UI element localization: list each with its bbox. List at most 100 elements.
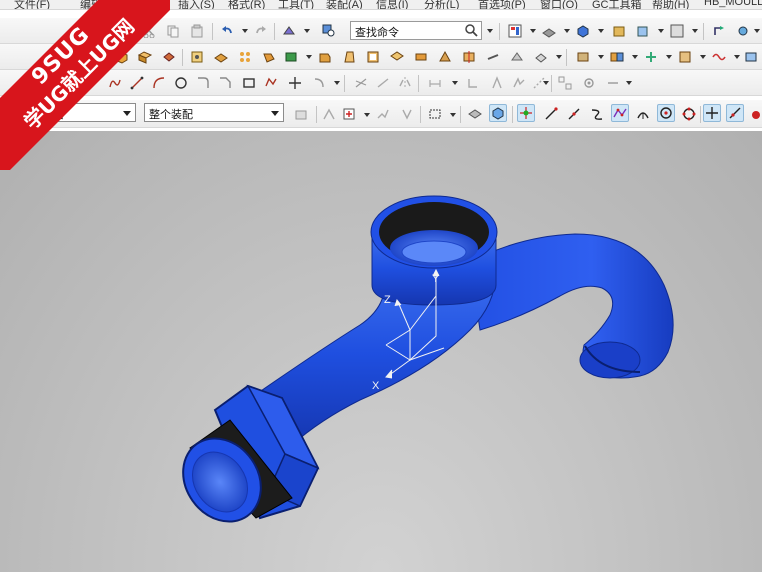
edge-blend-icon[interactable] [282, 48, 300, 66]
layer-icon[interactable] [610, 22, 628, 40]
circle-icon[interactable] [172, 74, 190, 92]
menu-information[interactable]: 信息(I) [376, 0, 408, 9]
redo-icon[interactable] [252, 22, 270, 40]
hole-icon[interactable] [188, 48, 206, 66]
offset-curve-icon[interactable] [310, 74, 328, 92]
wave-linker-icon[interactable] [710, 48, 728, 66]
extrude-icon[interactable] [136, 48, 154, 66]
assembly-component-icon[interactable] [574, 48, 592, 66]
menu-view[interactable]: 视图(V) [128, 0, 165, 9]
cut-icon[interactable] [140, 22, 158, 40]
revolve-icon[interactable] [160, 48, 178, 66]
layout-icon[interactable] [506, 22, 524, 40]
paste-icon[interactable] [188, 22, 206, 40]
endpoint-snap-icon[interactable] [542, 105, 560, 123]
midpoint-snap-icon[interactable] [565, 105, 583, 123]
graphics-viewport[interactable]: Y Z X [0, 131, 762, 572]
show-constraints-icon[interactable] [510, 74, 528, 92]
extend-curve-icon[interactable] [374, 74, 392, 92]
trim-curve-icon[interactable] [352, 74, 370, 92]
point-on-curve-snap-icon[interactable] [726, 104, 744, 122]
assembly-scope-dropdown[interactable]: 整个装配 [144, 103, 284, 122]
sketch-display-icon[interactable] [556, 74, 574, 92]
block-icon[interactable] [112, 48, 130, 66]
rectangle-icon[interactable] [240, 74, 258, 92]
menu-assembly[interactable]: 装配(A) [326, 0, 363, 9]
select-features-icon[interactable] [398, 105, 416, 123]
surface-icon[interactable] [532, 48, 550, 66]
draft-icon[interactable] [340, 48, 358, 66]
shaded-view-icon[interactable] [540, 22, 558, 40]
find-command-icon[interactable] [320, 22, 338, 40]
reposition-icon[interactable] [642, 48, 660, 66]
patch-icon[interactable] [508, 48, 526, 66]
sketch-relations-icon[interactable] [604, 74, 622, 92]
copy-icon[interactable] [164, 22, 182, 40]
selection-filter-dropdown[interactable]: 选择过滤器 [4, 103, 136, 122]
constraint-icon[interactable] [464, 74, 482, 92]
point-icon[interactable] [286, 74, 304, 92]
background-color-icon[interactable] [668, 22, 686, 40]
undo-icon[interactable] [218, 22, 236, 40]
menu-tools[interactable]: 工具(T) [278, 0, 314, 9]
selection-intent-icon[interactable] [320, 105, 338, 123]
shell-icon[interactable] [364, 48, 382, 66]
menu-file[interactable]: 文件(F) [14, 0, 50, 9]
menu-insert[interactable]: 插入(S) [178, 0, 215, 9]
chamfer-curve-icon[interactable] [216, 74, 234, 92]
thicken-icon[interactable] [412, 48, 430, 66]
dimension-icon[interactable] [426, 74, 444, 92]
pattern-feature-icon[interactable] [236, 48, 254, 66]
select-body-icon[interactable] [489, 104, 507, 122]
select-faces-icon[interactable] [466, 105, 484, 123]
command-search-input[interactable]: 查找命令 [350, 21, 482, 40]
mirror-curve-icon[interactable] [396, 74, 414, 92]
split-body-icon[interactable] [460, 48, 478, 66]
center-snap-icon[interactable] [657, 104, 675, 122]
boss-icon[interactable] [212, 48, 230, 66]
sketch-options-icon[interactable] [580, 74, 598, 92]
move-component-icon[interactable] [710, 22, 728, 40]
render-style-icon[interactable] [574, 22, 592, 40]
quadrant-snap-icon[interactable] [680, 105, 698, 123]
elbow-body[interactable] [469, 233, 674, 379]
menu-format[interactable]: 格式(R) [228, 0, 265, 9]
mate-component-icon[interactable] [608, 48, 626, 66]
point-on-face-snap-icon[interactable] [748, 105, 762, 123]
offset-face-icon[interactable] [388, 48, 406, 66]
menu-hb-mould[interactable]: HB_MOULD [704, 0, 762, 8]
auto-constraint-icon[interactable] [488, 74, 506, 92]
snap-icon[interactable] [734, 22, 752, 40]
view-cube-icon[interactable] [634, 22, 652, 40]
unite-icon[interactable] [260, 48, 278, 66]
existing-point-snap-icon[interactable] [703, 104, 721, 122]
assembly-selection-icon[interactable] [292, 105, 310, 123]
menu-help[interactable]: 帮助(H) [652, 0, 689, 9]
menu-edit[interactable]: 编辑(E) [80, 0, 117, 9]
trim-body-icon[interactable] [436, 48, 454, 66]
select-edges-icon[interactable] [374, 105, 392, 123]
search-icon[interactable] [464, 23, 478, 40]
intersection-snap-icon[interactable] [611, 104, 629, 122]
menu-preferences[interactable]: 首选项(P) [478, 0, 526, 9]
command-search-text: 查找命令 [355, 27, 399, 39]
sequence-icon[interactable] [742, 48, 760, 66]
menu-bar: 文件(F) 编辑(E) 视图(V) 插入(S) 格式(R) 工具(T) 装配(A… [0, 0, 762, 10]
general-selection-icon[interactable] [340, 105, 358, 123]
snap-points-icon[interactable] [517, 104, 535, 122]
sew-icon[interactable] [484, 48, 502, 66]
arc-center-snap-icon[interactable] [634, 105, 652, 123]
line-icon[interactable] [128, 74, 146, 92]
chamfer-icon[interactable] [316, 48, 334, 66]
menu-gc-toolbox[interactable]: GC工具箱 [592, 0, 642, 9]
rectangle-select-icon[interactable] [426, 105, 444, 123]
menu-analysis[interactable]: 分析(L) [424, 0, 459, 9]
control-point-snap-icon[interactable] [588, 105, 606, 123]
menu-window[interactable]: 窗口(O) [540, 0, 578, 9]
arc-icon[interactable] [150, 74, 168, 92]
fillet-icon[interactable] [194, 74, 212, 92]
repeat-command-icon[interactable] [280, 22, 298, 40]
studio-spline-icon[interactable] [106, 74, 124, 92]
exploded-view-icon[interactable] [676, 48, 694, 66]
polygon-icon[interactable] [262, 74, 280, 92]
